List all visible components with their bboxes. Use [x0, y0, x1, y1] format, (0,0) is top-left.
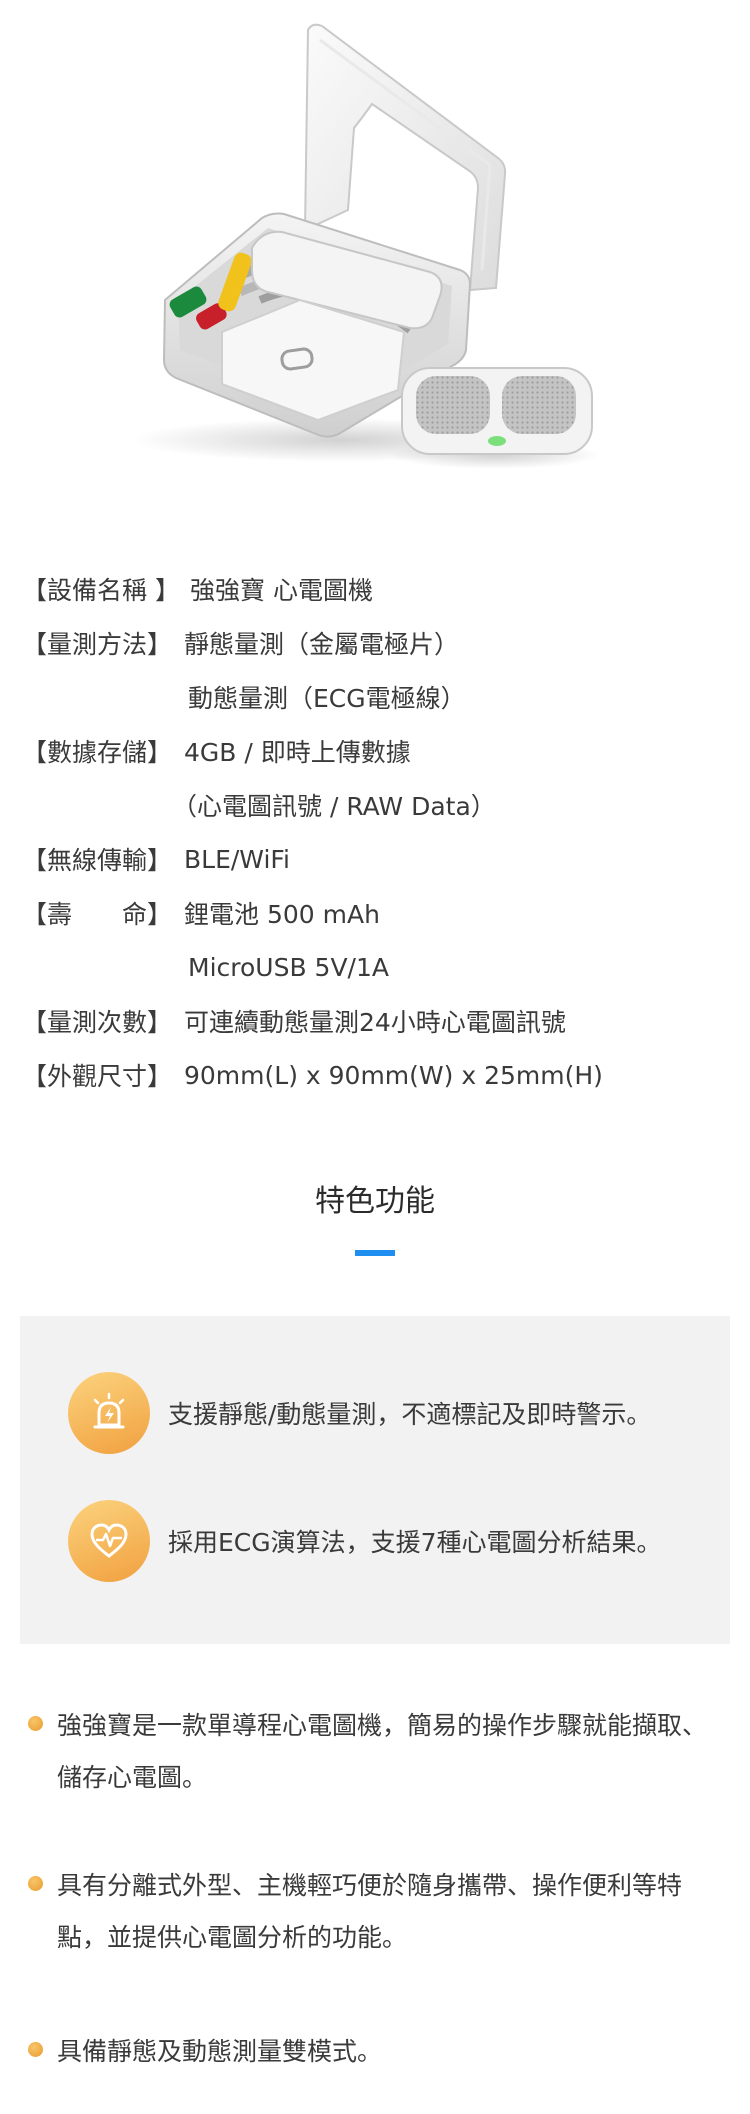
bullet-dot-icon — [28, 2042, 43, 2057]
spec-label: 【設備名稱 】 — [22, 576, 180, 605]
bullet-dot-icon — [28, 1716, 43, 1731]
spec-row-measure-count: 【量測次數】 可連續動態量測24小時心電圖訊號 — [22, 994, 732, 1048]
spec-value: 90mm(L) x 90mm(W) x 25mm(H) — [184, 1060, 603, 1090]
spec-value: 4GB / 即時上傳數據 — [184, 738, 411, 767]
spec-row-device-name: 【設備名稱 】 強強寶 心電圖機 — [22, 562, 732, 616]
spec-label: 【無線傳輸】 — [22, 846, 173, 875]
spec-label: 【外觀尺寸】 — [22, 1062, 173, 1091]
spec-label: 【壽 命】 — [22, 900, 173, 929]
section-title: 特色功能 — [315, 1184, 435, 1219]
spec-row-battery-cont: MicroUSB 5V/1A — [22, 940, 732, 994]
spec-value: 強強寶 心電圖機 — [190, 576, 373, 605]
spec-row-battery: 【壽 命】 鋰電池 500 mAh — [22, 886, 732, 940]
spec-value: BLE/WiFi — [184, 844, 290, 874]
feature-text: 支援靜態/動態量測，不適標記及即時警示。 — [168, 1400, 652, 1429]
spec-value: 靜態量測（金屬電極片） — [184, 630, 460, 659]
list-item-text: 具備靜態及動態測量雙模式。 — [57, 2037, 383, 2066]
product-image — [130, 23, 600, 469]
list-item-text: 強強寶是一款單導程心電圖機，簡易的操作步驟就能擷取、儲存心電圖。 — [57, 1711, 708, 1792]
spec-row-method: 【量測方法】 靜態量測（金屬電極片） — [22, 616, 732, 670]
spec-row-method-cont: 動態量測（ECG電極線） — [22, 670, 732, 724]
spec-value: MicroUSB 5V/1A — [188, 952, 389, 982]
features-panel: 支援靜態/動態量測，不適標記及即時警示。 採用ECG演算法，支援7種心電圖分析結… — [20, 1316, 730, 1644]
list-item: 具備靜態及動態測量雙模式。 — [28, 2026, 718, 2078]
list-item: 具有分離式外型、主機輕巧便於隨身攜帶、操作便利等特點，並提供心電圖分析的功能。 — [28, 1860, 718, 1964]
bullet-dot-icon — [28, 1876, 43, 1891]
feature-item: 支援靜態/動態量測，不適標記及即時警示。 — [68, 1372, 651, 1454]
spec-value: 可連續動態量測24小時心電圖訊號 — [184, 1008, 566, 1037]
spec-row-storage-cont: （心電圖訊號 / RAW Data） — [22, 778, 732, 832]
spec-label: 【量測次數】 — [22, 1008, 173, 1037]
list-item: 強強寶是一款單導程心電圖機，簡易的操作步驟就能擷取、儲存心電圖。 — [28, 1700, 718, 1804]
spec-row-wireless: 【無線傳輸】 BLE/WiFi — [22, 832, 732, 886]
spec-list: 【設備名稱 】 強強寶 心電圖機 【量測方法】 靜態量測（金屬電極片） 動態量測… — [22, 562, 732, 1102]
feature-item: 採用ECG演算法，支援7種心電圖分析結果。 — [68, 1500, 662, 1582]
list-item-text: 具有分離式外型、主機輕巧便於隨身攜帶、操作便利等特點，並提供心電圖分析的功能。 — [57, 1871, 683, 1952]
spec-row-dimensions: 【外觀尺寸】 90mm(L) x 90mm(W) x 25mm(H) — [22, 1048, 732, 1102]
spec-value: 鋰電池 500 mAh — [184, 900, 380, 929]
heart-pulse-icon — [68, 1500, 150, 1582]
spec-row-storage: 【數據存儲】 4GB / 即時上傳數據 — [22, 724, 732, 778]
spec-value: 動態量測（ECG電極線） — [188, 684, 466, 713]
feature-text: 採用ECG演算法，支援7種心電圖分析結果。 — [168, 1528, 662, 1557]
spec-label: 【量測方法】 — [22, 630, 173, 659]
title-underline — [355, 1250, 395, 1256]
alarm-lightning-icon — [68, 1372, 150, 1454]
spec-value: （心電圖訊號 / RAW Data） — [172, 792, 496, 821]
spec-label: 【數據存儲】 — [22, 738, 173, 767]
